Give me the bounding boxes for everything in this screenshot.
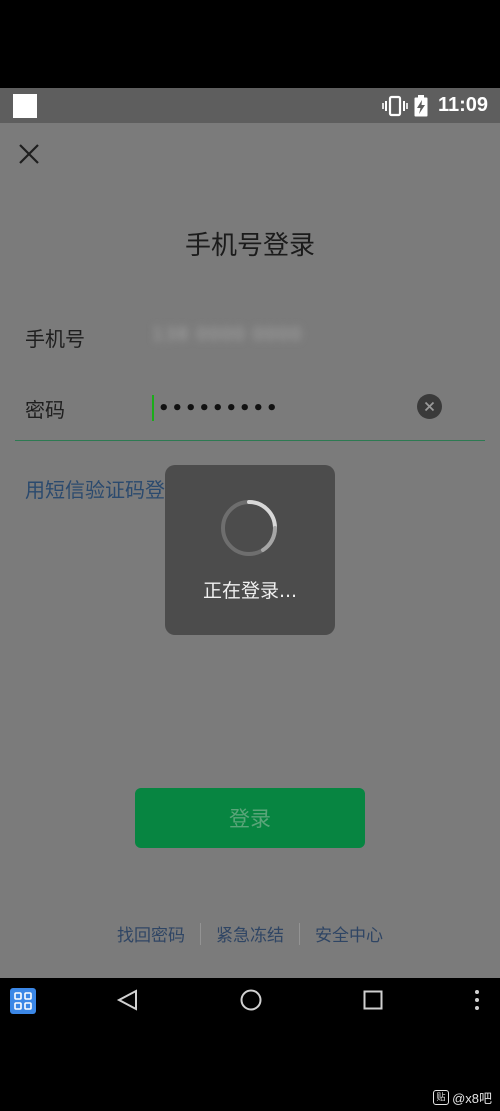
watermark-text: @x8吧 <box>452 1091 492 1106</box>
password-input[interactable]: ••••••••• <box>152 391 402 425</box>
loading-text: 正在登录... <box>202 580 298 602</box>
input-underline <box>15 440 485 441</box>
notification-square-icon <box>13 94 37 118</box>
home-icon[interactable] <box>239 988 263 1012</box>
clear-password-button[interactable] <box>417 394 442 419</box>
loading-spinner-icon <box>221 500 278 556</box>
security-center-link[interactable]: 安全中心 <box>300 921 398 946</box>
clear-x-icon <box>424 401 435 412</box>
text-caret <box>152 395 154 421</box>
navigation-bar <box>0 978 500 1023</box>
close-icon[interactable] <box>16 141 44 169</box>
page-title: 手机号登录 <box>184 231 315 261</box>
back-icon[interactable] <box>116 988 140 1012</box>
phone-label: 手机号 <box>25 327 85 351</box>
vibrate-icon <box>382 95 408 116</box>
password-label: 密码 <box>25 398 65 422</box>
watermark-badge-icon: 贴 <box>433 1090 450 1105</box>
recents-icon[interactable] <box>361 988 385 1012</box>
find-password-link[interactable]: 找回密码 <box>102 921 200 946</box>
status-bar: 11:09 <box>0 88 500 123</box>
login-screen: 手机号登录 手机号 138 0000 0000 密码 ••••••••• 用短信… <box>0 123 500 978</box>
grid-icon <box>14 992 32 1010</box>
footer-links: 找回密码 紧急冻结 安全中心 <box>0 921 500 946</box>
status-right-group: 11:09 <box>382 92 488 119</box>
status-time: 11:09 <box>437 94 488 116</box>
loading-toast: 正在登录... <box>165 465 335 635</box>
emergency-freeze-link[interactable]: 紧急冻结 <box>201 921 299 946</box>
battery-charging-icon <box>414 94 428 116</box>
password-dots: ••••••••• <box>158 397 280 419</box>
top-black-area <box>0 0 500 88</box>
sms-login-link[interactable]: 用短信验证码登录 <box>25 474 185 503</box>
more-vertical-icon[interactable] <box>470 988 484 1012</box>
phone-input[interactable]: 138 0000 0000 <box>152 324 322 350</box>
watermark: 贴 @x8吧 <box>433 1088 492 1107</box>
login-button[interactable]: 登录 <box>135 788 365 848</box>
app-drawer-icon[interactable] <box>10 988 36 1014</box>
